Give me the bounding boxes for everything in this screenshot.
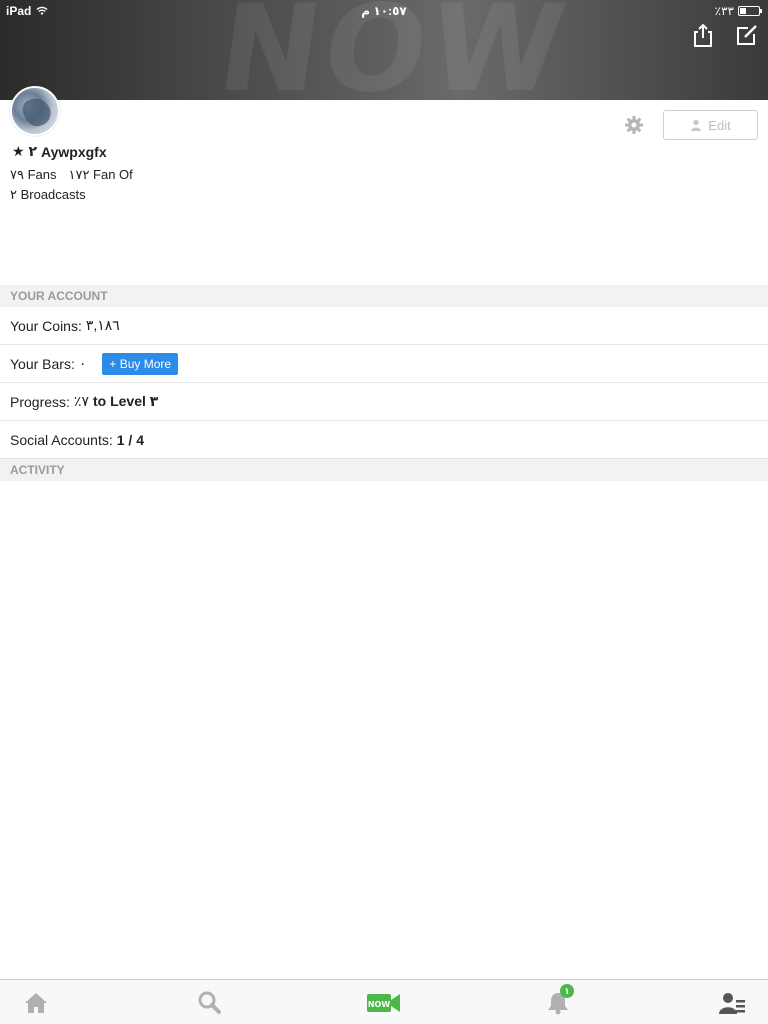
social-label: Social Accounts: <box>10 431 113 448</box>
battery-icon <box>738 6 762 16</box>
compose-button[interactable] <box>734 22 760 48</box>
tab-bar: NOW <box>0 979 768 1024</box>
coins-value: ٣,١٨٦ <box>85 317 120 333</box>
status-time: ١٠:٥٧ م <box>361 4 407 18</box>
your-account-header: YOUR ACCOUNT <box>0 285 768 307</box>
progress-row: Progress: ٪٧ to Level ٣ <box>0 383 768 421</box>
tab-home[interactable] <box>22 990 50 1016</box>
now-camera-icon: NOW <box>367 994 400 1012</box>
avatar[interactable] <box>10 86 60 136</box>
search-icon <box>198 991 221 1014</box>
username: Aywpxgfx <box>41 143 107 160</box>
tab-now[interactable]: NOW <box>366 990 402 1016</box>
edit-label: Edit <box>708 117 731 133</box>
user-icon <box>691 119 702 131</box>
profile-name: ★ ٢ Aywpxgfx <box>12 143 107 160</box>
broadcasts-count[interactable]: ٢ Broadcasts <box>10 187 86 203</box>
progress-value: ٪٧ <box>73 393 89 409</box>
social-accounts-row[interactable]: Social Accounts: 1 / 4 <box>0 421 768 459</box>
progress-level: to Level ٣ <box>92 393 159 409</box>
coins-label: Your Coins: <box>10 317 82 334</box>
level-badge: ★ ٢ <box>12 143 37 159</box>
activity-header: ACTIVITY <box>0 459 768 481</box>
battery-percent: ٪٣٣ <box>714 4 734 18</box>
gear-icon <box>625 116 643 134</box>
bars-value: ٠ <box>78 355 87 371</box>
edit-profile-button[interactable]: Edit <box>663 110 758 140</box>
fan-of-count[interactable]: ١٧٢ Fan Of <box>68 167 132 183</box>
bars-label: Your Bars: <box>10 355 75 372</box>
svg-text:NOW: NOW <box>368 1000 390 1009</box>
avatar-image <box>19 93 55 131</box>
coins-row: Your Coins: ٣,١٨٦ <box>0 307 768 345</box>
fans-count[interactable]: ٧٩ Fans <box>10 167 56 183</box>
notification-badge: ١ <box>560 984 574 998</box>
tab-search[interactable] <box>196 990 224 1016</box>
share-icon <box>694 23 712 47</box>
social-value: 1 / 4 <box>116 431 144 448</box>
settings-button[interactable] <box>624 115 644 135</box>
status-bar: iPad ١٠:٥٧ م ٪٣٣ <box>0 0 768 20</box>
progress-label: Progress: <box>10 393 70 410</box>
fan-stats: ٧٩ Fans ١٧٢ Fan Of <box>10 167 133 183</box>
buy-more-button[interactable]: + Buy More <box>102 352 179 375</box>
compose-icon <box>737 25 757 45</box>
profile-icon <box>719 993 745 1014</box>
tab-profile[interactable] <box>718 990 746 1016</box>
home-icon <box>25 993 47 1013</box>
status-right: ٪٣٣ <box>714 4 762 18</box>
bars-row: Your Bars: ٠ + Buy More <box>0 345 768 383</box>
share-button[interactable] <box>690 22 716 48</box>
